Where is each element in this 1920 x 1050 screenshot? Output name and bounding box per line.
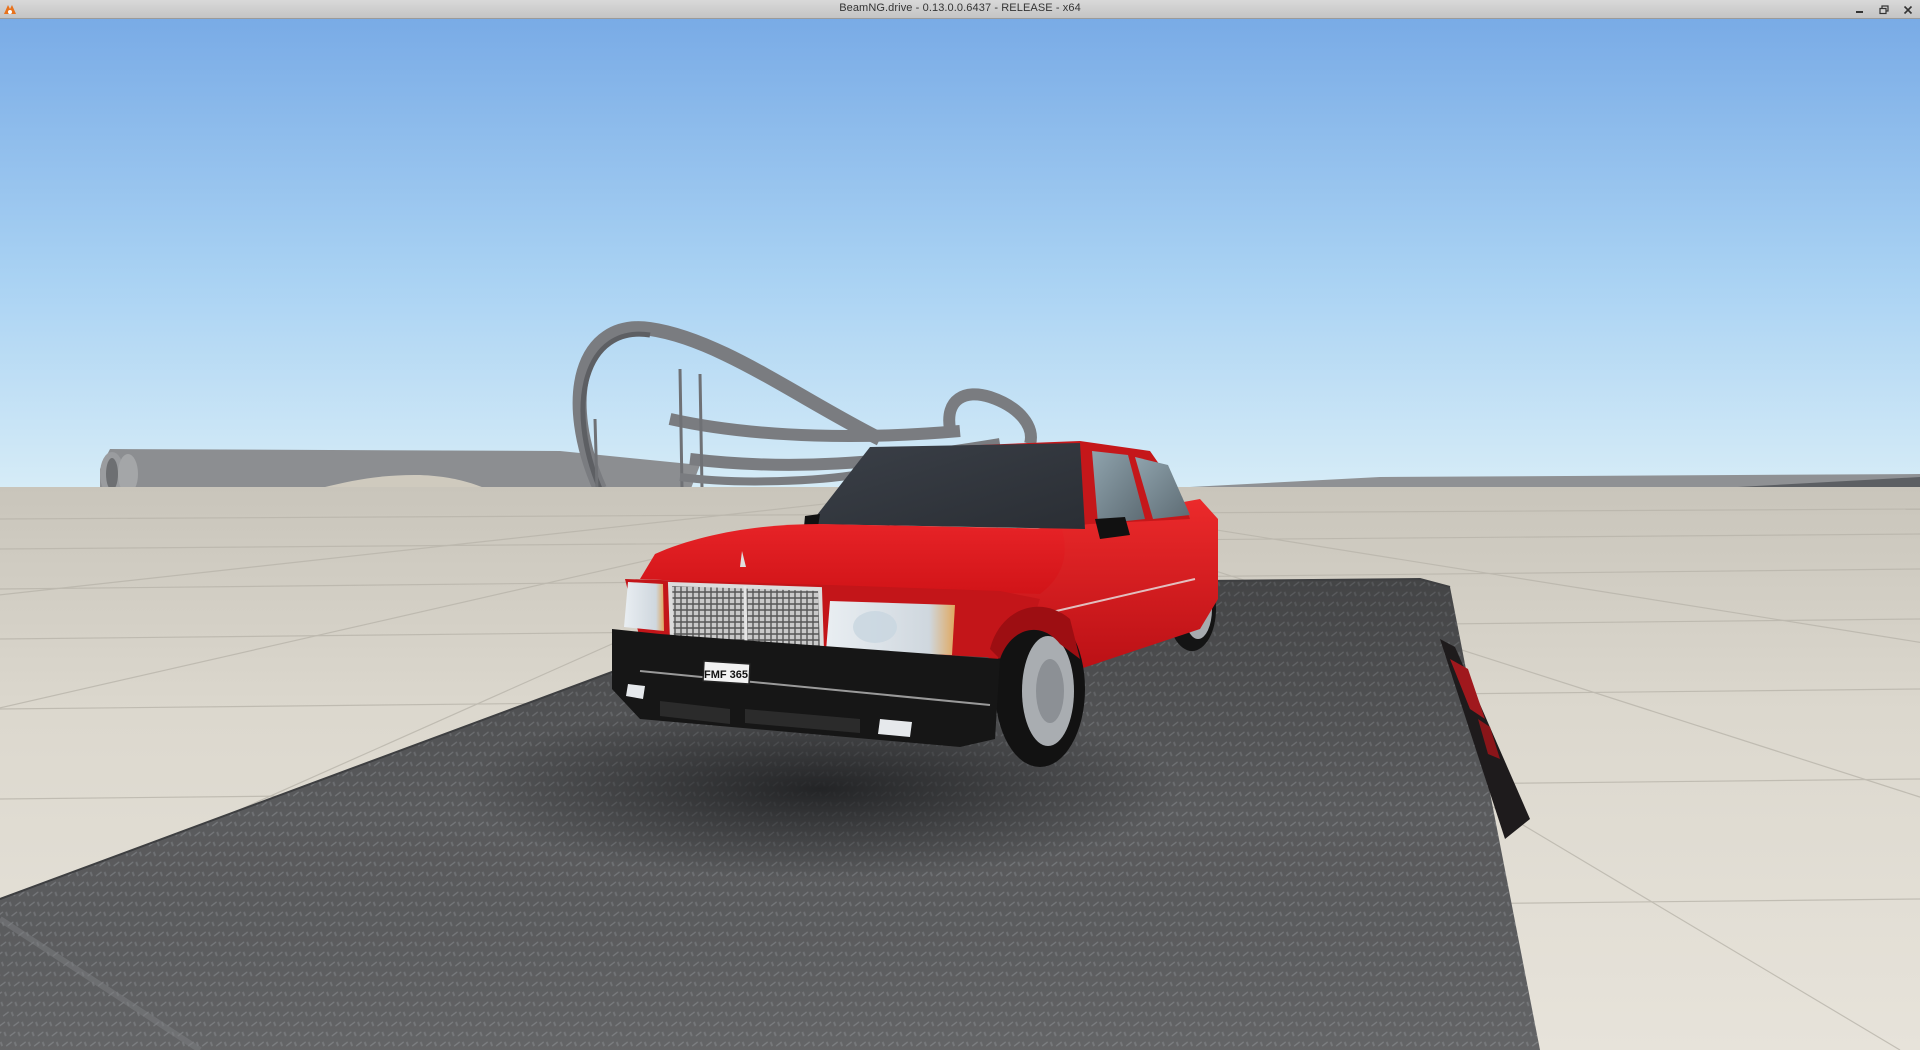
minimize-icon [1856, 10, 1863, 13]
close-icon [1903, 5, 1913, 14]
game-window: BeamNG.drive - 0.13.0.0.6437 - RELEASE -… [0, 0, 1920, 1050]
minimize-button[interactable] [1848, 0, 1872, 19]
restore-button[interactable] [1872, 0, 1896, 19]
headlight-left [624, 582, 664, 631]
title-bar[interactable]: BeamNG.drive - 0.13.0.0.6437 - RELEASE -… [0, 0, 1920, 19]
restore-icon [1879, 4, 1889, 14]
window-title: BeamNG.drive - 0.13.0.0.6437 - RELEASE -… [839, 2, 1081, 14]
close-button[interactable] [1896, 0, 1920, 19]
game-scene: FMF 365 [0, 19, 1920, 1050]
license-plate-text: FMF 365 [704, 669, 748, 681]
sky [0, 19, 1920, 489]
window-controls [1848, 0, 1920, 19]
game-viewport[interactable]: FMF 365 [0, 19, 1920, 1050]
fog-light-right [878, 719, 912, 737]
license-plate: FMF 365 [702, 660, 751, 685]
